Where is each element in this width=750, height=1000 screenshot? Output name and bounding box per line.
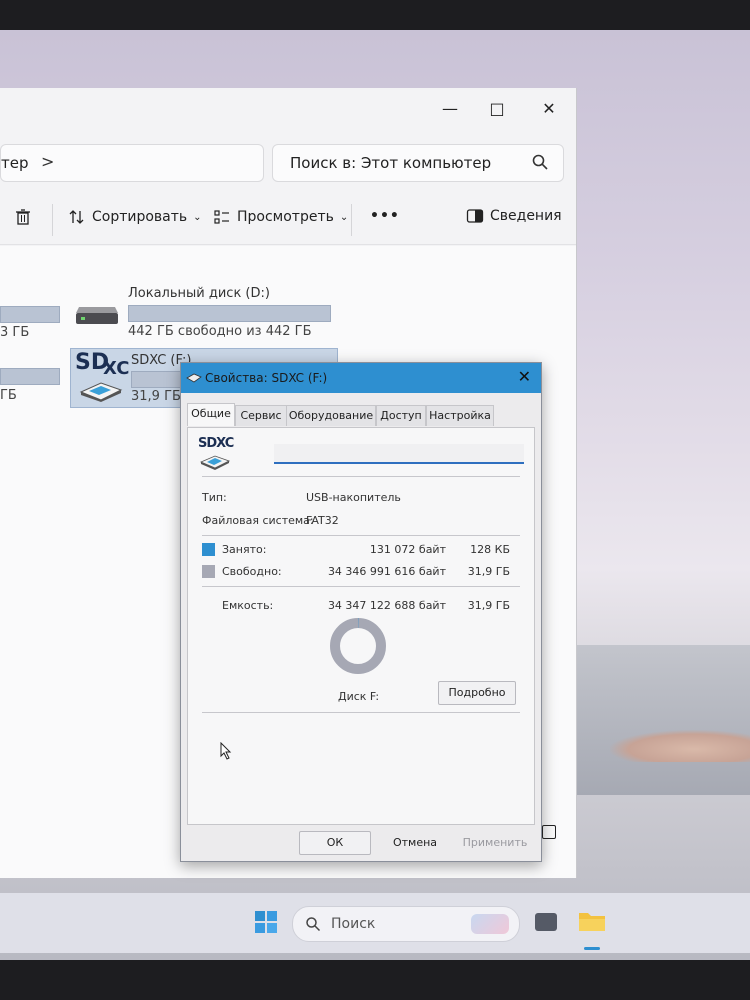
sort-button[interactable]: Сортировать ⌄ bbox=[68, 208, 202, 226]
search-input[interactable]: Поиск в: Этот компьютер bbox=[272, 144, 564, 182]
explorer-titlebar: — □ ✕ bbox=[0, 88, 576, 132]
free-color-swatch bbox=[202, 565, 215, 578]
filesystem-label: Файловая система: bbox=[202, 514, 314, 527]
view-label: Просмотреть bbox=[237, 209, 334, 225]
free-size: 31,9 ГБ bbox=[467, 565, 510, 578]
taskbar-search[interactable]: Поиск bbox=[292, 906, 520, 942]
task-view-button[interactable] bbox=[535, 913, 557, 931]
address-row: тер > Поиск в: Этот компьютер bbox=[0, 140, 576, 186]
divider bbox=[202, 535, 520, 536]
filesystem-value: FAT32 bbox=[306, 514, 339, 527]
dialog-titlebar: Свойства: SDXC (F:) ✕ bbox=[181, 363, 541, 393]
capacity-bytes: 34 347 122 688 байт bbox=[327, 599, 446, 612]
view-button[interactable]: Просмотреть ⌄ bbox=[213, 208, 348, 226]
drive-label-input[interactable] bbox=[274, 444, 524, 464]
tab-hardware[interactable]: Оборудование bbox=[286, 405, 376, 426]
tab-service[interactable]: Сервис bbox=[235, 405, 287, 426]
search-highlight-icon bbox=[471, 914, 509, 934]
ok-button[interactable]: ОК bbox=[299, 831, 371, 855]
details-button[interactable]: Подробно bbox=[438, 681, 516, 705]
free-label: Свободно: bbox=[222, 565, 282, 578]
resize-grip-icon[interactable] bbox=[542, 825, 556, 839]
drive-usage-bar bbox=[0, 368, 60, 385]
drive-large-icon: SDXC bbox=[198, 436, 238, 476]
divider bbox=[202, 476, 520, 477]
disk-label: Диск F: bbox=[338, 690, 380, 703]
chevron-down-icon: ⌄ bbox=[193, 211, 202, 223]
used-label: Занято: bbox=[222, 543, 267, 556]
file-explorer-icon[interactable] bbox=[578, 909, 606, 933]
sort-label: Сортировать bbox=[92, 209, 188, 225]
drive-info: ГБ bbox=[0, 388, 17, 403]
drive-usage-bar bbox=[128, 305, 331, 322]
screen: — □ ✕ тер > Поиск в: Этот компьютер Сорт… bbox=[0, 30, 750, 960]
capacity-label: Емкость: bbox=[222, 599, 274, 612]
general-tab-panel: SDXC Тип: USB-накопитель Файловая систем… bbox=[187, 427, 535, 825]
minimize-button[interactable]: — bbox=[435, 96, 465, 122]
tab-customize[interactable]: Настройка bbox=[426, 405, 494, 426]
type-value: USB-накопитель bbox=[306, 491, 401, 504]
breadcrumb: тер bbox=[1, 154, 29, 172]
command-bar: Сортировать ⌄ Просмотреть ⌄ ••• Сведения bbox=[0, 194, 576, 245]
mouse-cursor-icon bbox=[220, 742, 232, 760]
taskbar-search-placeholder: Поиск bbox=[331, 916, 376, 932]
toolbar-divider bbox=[52, 204, 53, 236]
wallpaper-sea bbox=[575, 645, 750, 795]
used-color-swatch bbox=[202, 543, 215, 556]
free-bytes: 34 346 991 616 байт bbox=[327, 565, 446, 578]
address-bar[interactable]: тер > bbox=[0, 144, 264, 182]
taskbar: Поиск bbox=[0, 893, 750, 953]
chevron-right-icon[interactable]: > bbox=[41, 152, 54, 171]
search-icon bbox=[306, 917, 321, 932]
details-pane-icon bbox=[466, 209, 484, 223]
maximize-button[interactable]: □ bbox=[482, 96, 512, 122]
cancel-button[interactable]: Отмена bbox=[379, 831, 451, 855]
disk-usage-ring bbox=[330, 618, 386, 674]
sort-icon bbox=[69, 210, 84, 224]
sd-card-small-icon bbox=[186, 373, 202, 383]
dialog-title: Свойства: SDXC (F:) bbox=[205, 371, 328, 385]
type-label: Тип: bbox=[202, 491, 227, 504]
capacity-size: 31,9 ГБ bbox=[467, 599, 510, 612]
search-placeholder: Поиск в: Этот компьютер bbox=[290, 154, 492, 172]
drive-usage-bar bbox=[0, 306, 60, 323]
divider bbox=[202, 712, 520, 713]
details-pane-button[interactable]: Сведения bbox=[466, 208, 562, 224]
search-icon[interactable] bbox=[531, 153, 549, 171]
toolbar-divider bbox=[351, 204, 352, 236]
drive-info: 442 ГБ свободно из 442 ГБ bbox=[128, 324, 312, 339]
drive-name: Локальный диск (D:) bbox=[128, 286, 270, 301]
more-options-button[interactable]: ••• bbox=[370, 208, 400, 224]
drive-icon-text: SDXC bbox=[198, 436, 234, 451]
active-app-indicator bbox=[584, 947, 600, 950]
close-button[interactable]: ✕ bbox=[534, 96, 564, 122]
wallpaper-sand bbox=[610, 730, 750, 762]
free-ring-segment bbox=[330, 618, 386, 674]
divider bbox=[202, 586, 520, 587]
apply-button[interactable]: Применить bbox=[459, 831, 531, 855]
delete-button[interactable] bbox=[14, 208, 32, 226]
chevron-down-icon: ⌄ bbox=[339, 211, 349, 223]
sdxc-card-icon: SD XC bbox=[73, 350, 129, 404]
hard-drive-icon bbox=[76, 307, 118, 324]
properties-dialog: Свойства: SDXC (F:) ✕ Общие Сервис Обору… bbox=[180, 362, 542, 862]
used-size: 128 КБ bbox=[470, 543, 510, 556]
tab-general[interactable]: Общие bbox=[187, 403, 235, 426]
used-bytes: 131 072 байт bbox=[369, 543, 446, 556]
drive-item-d[interactable]: Локальный диск (D:) 442 ГБ свободно из 4… bbox=[70, 286, 340, 342]
trash-icon bbox=[16, 209, 30, 225]
drive-info: 3 ГБ bbox=[0, 325, 30, 340]
view-icon bbox=[214, 210, 229, 224]
details-label: Сведения bbox=[490, 208, 562, 224]
dialog-close-button[interactable]: ✕ bbox=[518, 367, 531, 386]
start-button[interactable] bbox=[254, 910, 278, 934]
tab-sharing[interactable]: Доступ bbox=[376, 405, 426, 426]
